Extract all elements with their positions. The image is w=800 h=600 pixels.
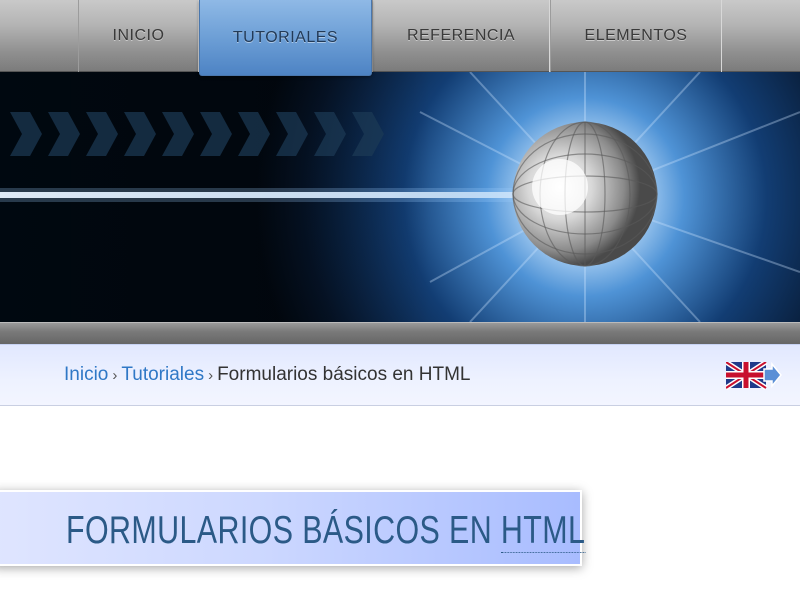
header-banner <box>0 72 800 322</box>
breadcrumb-bar: Inicio › Tutoriales › Formularios básicos en… <box>0 344 800 406</box>
nav-item-label: INICIO <box>112 27 165 44</box>
page-title-text: FORMULARIOS BÁSICOS EN <box>66 509 501 552</box>
nav-item-referencia[interactable]: REFERENCIA <box>372 0 550 72</box>
nav-item-inicio[interactable]: INICIO <box>78 0 199 72</box>
nav-item-label: REFERENCIA <box>406 27 516 44</box>
banner-globe-image <box>0 72 800 322</box>
breadcrumb-current: Formularios básicos en HTML <box>217 364 471 385</box>
page-title-abbr: HTML <box>500 509 586 553</box>
breadcrumb-separator: › <box>208 367 214 384</box>
breadcrumb: Inicio › Tutoriales › Formularios básicos en… <box>64 364 471 386</box>
breadcrumb-separator: › <box>112 367 118 384</box>
banner-bottom-strip <box>0 322 800 344</box>
breadcrumb-link-inicio[interactable]: Inicio <box>64 364 108 385</box>
page-title-box: FORMULARIOS BÁSICOS EN HTML <box>0 490 586 566</box>
page-title: FORMULARIOS BÁSICOS EN HTML <box>66 509 586 553</box>
nav-item-label: ELEMENTOS <box>584 27 688 44</box>
nav-item-elementos[interactable]: ELEMENTOS <box>550 0 722 72</box>
nav-item-tutoriales[interactable]: TUTORIALES <box>199 0 372 76</box>
top-navigation: INICIO TUTORIALES REFERENCIA ELEMENTOS <box>0 0 800 76</box>
uk-flag-icon[interactable] <box>726 362 782 390</box>
nav-item-label: TUTORIALES <box>232 28 339 46</box>
breadcrumb-link-tutoriales[interactable]: Tutoriales <box>121 364 204 385</box>
